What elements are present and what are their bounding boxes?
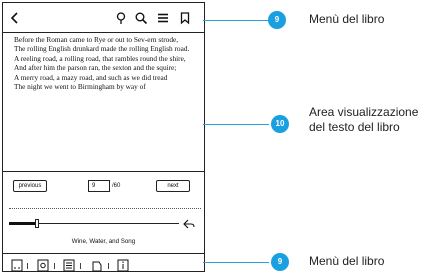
book-title: Wine, Water, and Song: [71, 238, 136, 245]
reading-progress-slider[interactable]: [9, 219, 179, 228]
paragraph: A merry road, a mazy road, and such as w…: [14, 72, 168, 82]
book-text-area[interactable]: Before the Roman came to Rye or out to S…: [8, 35, 202, 169]
callout-line-bottom: [203, 262, 269, 263]
text-divider: [3, 171, 204, 172]
top-divider: [3, 32, 204, 33]
ereader-screen: Before the Roman came to Rye or out to S…: [2, 2, 205, 272]
notes-icon[interactable]: [63, 259, 75, 272]
callout-badge-top: 9: [268, 11, 286, 29]
settings-icon[interactable]: [37, 259, 49, 272]
toc-icon[interactable]: [11, 259, 23, 272]
callout-label-bottom: Menù del libro: [309, 254, 385, 268]
orientation-icon[interactable]: [91, 259, 103, 272]
progress-handle[interactable]: [34, 219, 39, 228]
callout-line-top: [203, 20, 269, 21]
paragraph: The night we went to Birmingham by way o…: [14, 82, 146, 92]
back-icon[interactable]: [7, 10, 23, 26]
page-navigation: previous 9 /60 next: [3, 180, 204, 194]
total-pages: /60: [112, 183, 121, 189]
next-button[interactable]: next: [156, 180, 190, 192]
paragraph: And after him the parson ran, the sexton…: [14, 63, 177, 73]
progress-fill: [9, 222, 35, 225]
top-toolbar: [3, 3, 204, 33]
bookmark-icon[interactable]: [177, 10, 193, 26]
callout-badge-middle: 10: [271, 115, 289, 133]
search-icon[interactable]: [133, 10, 149, 26]
paragraph: The rolling English drunkard made the ro…: [14, 44, 190, 54]
dotted-divider: [9, 208, 201, 209]
paragraph: A reeling road, a rolling road, that ram…: [14, 53, 186, 63]
separator: [27, 263, 28, 269]
go-back-icon[interactable]: [183, 217, 195, 229]
separator: [54, 263, 55, 269]
callout-badge-bottom: 9: [271, 253, 289, 271]
bottom-toolbar: [3, 259, 204, 273]
info-icon[interactable]: [117, 259, 129, 272]
callout-label-top: Menù del libro: [309, 12, 385, 26]
previous-button[interactable]: previous: [13, 180, 47, 192]
callout-label-middle-line2: del testo del libro: [309, 120, 400, 134]
callout-label-middle-line1: Area visualizzazione: [309, 105, 419, 119]
paragraph: Before the Roman came to Rye or out to S…: [14, 35, 179, 44]
callout-line-middle: [203, 124, 269, 125]
page-number-input[interactable]: 9: [88, 180, 110, 192]
separator: [108, 263, 109, 269]
menu-icon[interactable]: [155, 10, 171, 26]
callout-label-middle: Area visualizzazione del testo del libro: [309, 105, 418, 135]
lightbulb-icon[interactable]: [113, 10, 129, 26]
bottom-divider: [3, 253, 204, 254]
separator: [80, 263, 81, 269]
